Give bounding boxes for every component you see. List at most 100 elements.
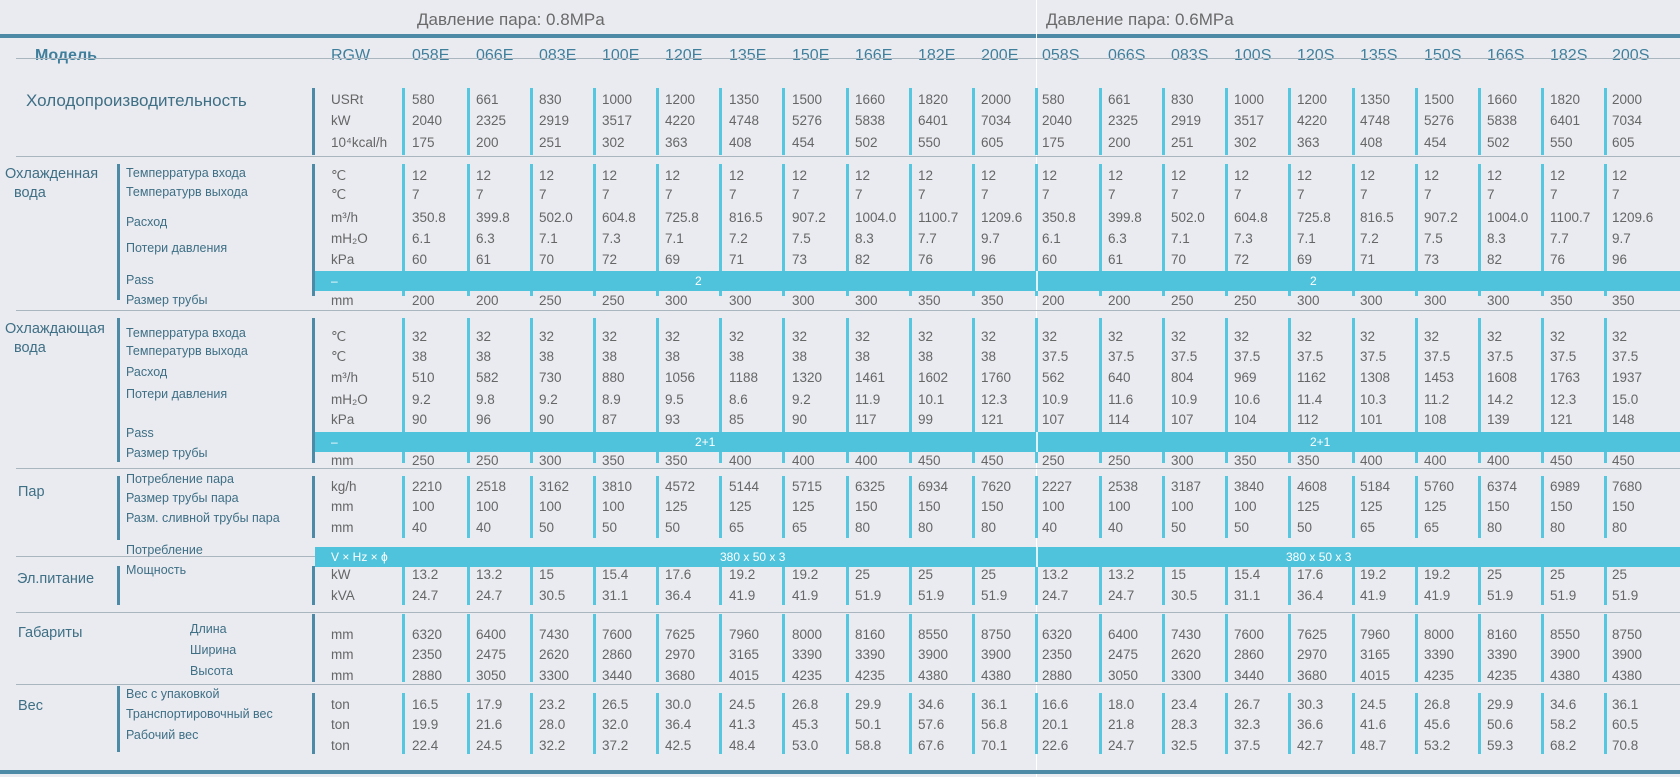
table-cell: 21.6 — [476, 717, 503, 732]
model-header-cell: 083S — [1171, 47, 1209, 64]
table-cell: 15.4 — [1234, 567, 1261, 582]
band-value-left: 380 x 50 x 3 — [720, 550, 786, 564]
table-cell: 562 — [1042, 370, 1065, 385]
table-cell: 37.5 — [1612, 349, 1639, 364]
table-cell: 3300 — [539, 668, 570, 683]
table-cell: 12 — [918, 168, 934, 183]
table-cell: 7 — [665, 187, 673, 202]
table-cell: 71 — [1360, 252, 1376, 267]
table-cell: 7 — [1297, 187, 1305, 202]
table-cell: 148 — [1612, 412, 1635, 427]
unit-label: ton — [331, 697, 350, 712]
table-cell: 350 — [918, 293, 941, 308]
table-cell: 200 — [476, 293, 499, 308]
table-cell: 24.7 — [412, 588, 439, 603]
table-cell: 200 — [1108, 135, 1131, 150]
table-cell: 6401 — [1550, 113, 1581, 128]
table-cell: 38 — [981, 349, 997, 364]
unit-label: ℃ — [331, 187, 347, 202]
table-cell: 4220 — [1297, 113, 1328, 128]
unit-label: ℃ — [331, 168, 347, 183]
table-cell: 32 — [981, 329, 997, 344]
table-cell: 16.6 — [1042, 697, 1069, 712]
table-cell: 67.6 — [918, 738, 945, 753]
table-cell: 7.3 — [1234, 231, 1253, 246]
table-cell: 6400 — [1108, 627, 1139, 642]
band-separator — [1036, 432, 1038, 452]
table-cell: 502 — [1487, 135, 1510, 150]
table-cell: 2040 — [412, 113, 443, 128]
column-bar — [656, 88, 659, 155]
column-bar — [1352, 566, 1355, 605]
column-bar — [1162, 693, 1165, 754]
table-cell: 1608 — [1487, 370, 1518, 385]
column-bar — [1225, 566, 1228, 605]
table-cell: 36.4 — [665, 588, 692, 603]
table-cell: 25 — [855, 567, 871, 582]
table-cell: 37.5 — [1550, 349, 1577, 364]
table-cell: 41.3 — [729, 717, 756, 732]
table-cell: 30.0 — [665, 697, 692, 712]
table-cell: 12.3 — [1550, 392, 1577, 407]
column-bar — [402, 614, 405, 682]
unit-label: mm — [331, 293, 354, 308]
table-cell: 71 — [729, 252, 745, 267]
table-cell: 37.5 — [1108, 349, 1135, 364]
column-bar — [1035, 476, 1038, 538]
table-cell: 7960 — [1360, 627, 1391, 642]
table-cell: 10.3 — [1360, 392, 1387, 407]
unit-label: mm — [331, 453, 354, 468]
bottom-rule — [0, 770, 1680, 774]
table-cell: 2860 — [602, 647, 633, 662]
table-cell: 2350 — [412, 647, 443, 662]
table-cell: 5715 — [792, 479, 823, 494]
table-cell: 50.1 — [855, 717, 882, 732]
table-cell: 510 — [412, 370, 435, 385]
table-cell: 200 — [476, 135, 499, 150]
table-cell: 38 — [729, 349, 745, 364]
table-cell: 12 — [539, 168, 555, 183]
table-cell: 29.9 — [855, 697, 882, 712]
table-cell: 350 — [602, 453, 625, 468]
table-cell: 7.7 — [918, 231, 937, 246]
table-cell: 73 — [792, 252, 808, 267]
column-bar — [782, 614, 785, 682]
table-cell: 2880 — [412, 668, 443, 683]
table-cell: 3187 — [1171, 479, 1202, 494]
model-header-cell: 135S — [1360, 47, 1398, 64]
table-cell: 36.4 — [665, 717, 692, 732]
table-cell: 100 — [476, 499, 499, 514]
table-cell: 816.5 — [1360, 210, 1394, 225]
table-cell: 1209.6 — [981, 210, 1023, 225]
table-cell: 7 — [539, 187, 547, 202]
table-cell: 107 — [1042, 412, 1065, 427]
pressure-header-06: Давление пара: 0.6MPa — [1046, 10, 1234, 29]
table-cell: 450 — [1550, 453, 1573, 468]
table-cell: 640 — [1108, 370, 1131, 385]
table-cell: 22.6 — [1042, 738, 1069, 753]
unit-label: mm — [331, 668, 354, 683]
table-cell: 125 — [1360, 499, 1383, 514]
unit-label: ℃ — [331, 329, 347, 344]
table-cell: 51.9 — [918, 588, 945, 603]
column-bar — [1225, 476, 1228, 538]
model-header-cell: 100S — [1234, 47, 1272, 64]
column-bar — [1225, 88, 1228, 155]
table-cell: 51.9 — [855, 588, 882, 603]
table-cell: 150 — [981, 499, 1004, 514]
table-cell: 41.9 — [729, 588, 756, 603]
table-cell: 38 — [602, 349, 618, 364]
table-cell: 72 — [602, 252, 618, 267]
table-cell: 502.0 — [1171, 210, 1205, 225]
table-cell: 30.5 — [539, 588, 566, 603]
column-bar — [1099, 476, 1102, 538]
table-cell: 37.5 — [1042, 349, 1069, 364]
column-bar — [656, 693, 659, 754]
column-bar — [846, 614, 849, 682]
table-cell: 12 — [792, 168, 808, 183]
row-divider — [16, 58, 1680, 59]
table-cell: 3900 — [918, 647, 949, 662]
table-cell: 6400 — [476, 627, 507, 642]
table-cell: 3900 — [1550, 647, 1581, 662]
table-cell: 51.9 — [1487, 588, 1514, 603]
